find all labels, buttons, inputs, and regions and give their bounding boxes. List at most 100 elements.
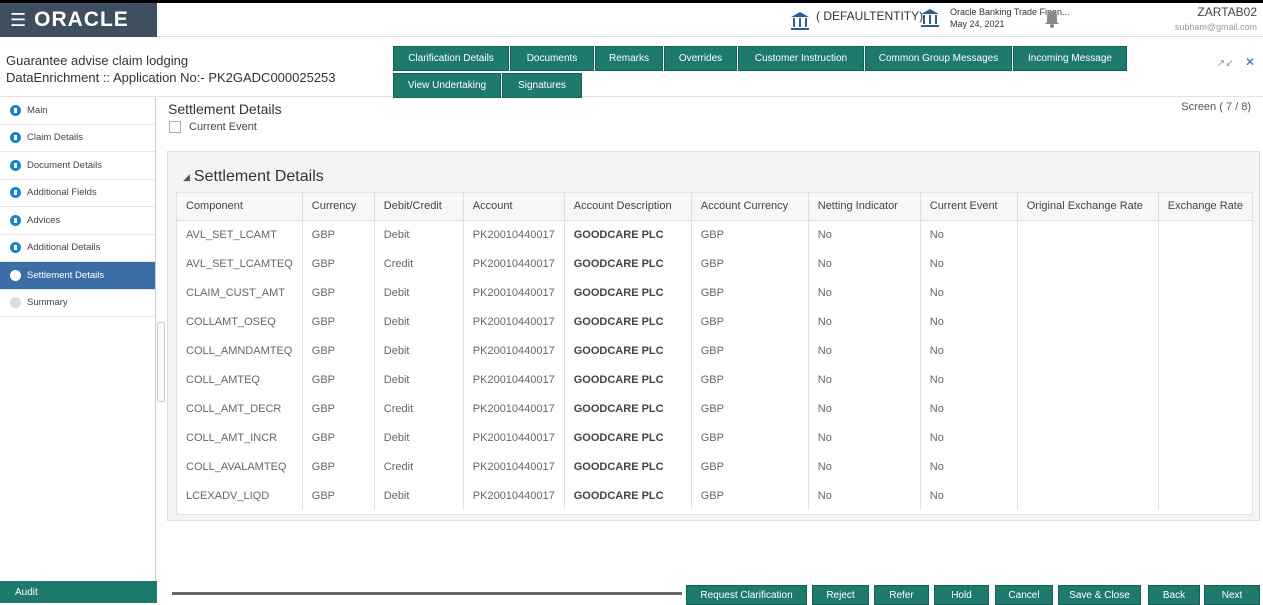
table-cell: Debit — [374, 278, 464, 307]
table-cell: No — [808, 278, 921, 307]
table-cell: GBP — [302, 249, 375, 278]
settlement-details-panel: ◢ Settlement Details Component Currency … — [167, 151, 1260, 521]
clarification-details-button[interactable]: Clarification Details — [393, 46, 509, 71]
table-row[interactable]: COLL_AMTEQ GBP Debit PK20010440017 GOODCARE … — [177, 365, 1252, 394]
sidebar-splitter-handle[interactable] — [157, 322, 165, 402]
hamburger-menu-icon[interactable]: ☰ — [10, 10, 26, 31]
documents-button[interactable]: Documents — [510, 46, 594, 71]
remarks-button[interactable]: Remarks — [595, 46, 663, 71]
column-header[interactable]: Account Currency — [691, 193, 809, 221]
screen-indicator: Screen ( 7 / 8) — [1181, 101, 1251, 113]
table-cell: Debit — [374, 307, 464, 336]
column-header[interactable]: Netting Indicator — [808, 193, 921, 221]
save-and-close-button[interactable]: Save & Close — [1058, 585, 1141, 605]
info-icon — [10, 159, 21, 171]
sidebar-item-label: Summary — [27, 297, 68, 309]
sidebar-item-label: Additional Details — [27, 242, 101, 254]
table-cell: No — [920, 336, 1018, 365]
signatures-button[interactable]: Signatures — [502, 73, 582, 98]
table-cell: No — [920, 423, 1018, 452]
table-row[interactable]: AVL_SET_LCAMT GBP Debit PK20010440017 GOODCA… — [177, 220, 1252, 249]
table-cell — [1017, 423, 1159, 452]
table-cell — [1158, 336, 1252, 365]
user-menu[interactable]: ZARTAB02 subham@gmail.com — [1175, 6, 1257, 34]
table-cell: CLAIM_CUST_AMT — [177, 278, 303, 307]
branch-bank-icon — [921, 9, 939, 27]
table-cell — [1158, 307, 1252, 336]
table-cell: COLL_AMT_DECR — [177, 394, 303, 423]
sidebar-item-settlement-details[interactable]: Settlement Details — [0, 262, 155, 290]
collapse-caret-icon[interactable]: ◢ — [183, 172, 190, 183]
reject-button[interactable]: Reject — [812, 585, 869, 605]
table-cell: PK20010440017 — [463, 365, 565, 394]
column-header[interactable]: Exchange Rate — [1158, 193, 1252, 221]
view-undertaking-button[interactable]: View Undertaking — [393, 73, 501, 98]
sidebar-item-summary[interactable]: Summary — [0, 290, 155, 317]
current-event-checkbox[interactable] — [169, 121, 181, 133]
column-header[interactable]: Account Description — [564, 193, 692, 221]
table-cell: PK20010440017 — [463, 278, 565, 307]
brand-area: ☰ ORACLE — [0, 3, 157, 37]
back-button[interactable]: Back — [1148, 585, 1200, 605]
sidebar-item-advices[interactable]: Advices — [0, 207, 155, 235]
table-cell — [1158, 249, 1252, 278]
page-header: Guarantee advise claim lodging DataEnric… — [0, 37, 1263, 98]
entity-selector[interactable]: ( DEFAULTENTITY) — [790, 9, 923, 31]
column-header[interactable]: Current Event — [920, 193, 1018, 221]
table-cell — [1158, 452, 1252, 481]
current-event-label: Current Event — [189, 121, 257, 133]
sidebar-item-main[interactable]: Main — [0, 97, 155, 125]
current-event-checkbox-row[interactable]: Current Event — [169, 121, 257, 133]
minimize-icon[interactable]: ↗↙ — [1217, 58, 1234, 69]
close-icon[interactable]: ✕ — [1245, 55, 1255, 69]
cancel-button[interactable]: Cancel — [995, 585, 1053, 605]
pending-step-icon — [10, 297, 21, 309]
panel-title: Settlement Details — [193, 168, 324, 185]
table-row[interactable]: COLL_AMT_INCR GBP Debit PK20010440017 GOODCA… — [177, 423, 1252, 452]
table-cell: GBP — [691, 336, 809, 365]
column-header[interactable]: Debit/Credit — [374, 193, 464, 221]
step-sidebar: Main Claim Details Document Details Addi… — [0, 97, 157, 603]
column-header[interactable]: Component — [177, 193, 303, 221]
incoming-message-button[interactable]: Incoming Message — [1013, 46, 1127, 71]
info-icon — [10, 187, 21, 199]
table-cell — [1017, 249, 1159, 278]
table-cell: GOODCARE PLC — [564, 220, 692, 249]
sidebar-item-document-details[interactable]: Document Details — [0, 152, 155, 180]
table-cell: GOODCARE PLC — [564, 394, 692, 423]
oracle-logo: ORACLE — [34, 8, 129, 31]
table-cell: No — [920, 365, 1018, 394]
sidebar-item-additional-fields[interactable]: Additional Fields — [0, 180, 155, 207]
table-cell — [1017, 220, 1159, 249]
settlement-table-container: Component Currency Debit/Credit Account … — [176, 192, 1253, 515]
table-row[interactable]: COLL_AMNDAMTEQ GBP Debit PK20010440017 GOODC… — [177, 336, 1252, 365]
request-clarification-button[interactable]: Request Clarification — [686, 585, 807, 605]
refer-button[interactable]: Refer — [874, 585, 929, 605]
hold-button[interactable]: Hold — [934, 585, 989, 605]
table-cell: GOODCARE PLC — [564, 481, 692, 510]
table-row[interactable]: LCEXADV_LIQD GBP Debit PK20010440017 GOODCAR… — [177, 481, 1252, 510]
sidebar-item-additional-details[interactable]: Additional Details — [0, 235, 155, 262]
table-row[interactable]: COLL_AMT_DECR GBP Credit PK20010440017 GOODC… — [177, 394, 1252, 423]
table-row[interactable]: AVL_SET_LCAMTEQ GBP Credit PK20010440017 GOO… — [177, 249, 1252, 278]
table-cell — [1158, 365, 1252, 394]
panel-header[interactable]: ◢ Settlement Details — [183, 168, 324, 186]
bell-icon[interactable] — [1044, 10, 1060, 28]
table-cell: PK20010440017 — [463, 394, 565, 423]
table-row[interactable]: COLLAMT_OSEQ GBP Debit PK20010440017 GOODCAR… — [177, 307, 1252, 336]
table-cell — [1158, 481, 1252, 510]
column-header[interactable]: Account — [463, 193, 565, 221]
info-icon — [10, 104, 21, 116]
column-header[interactable]: Original Exchange Rate — [1017, 193, 1159, 221]
table-cell: GBP — [302, 481, 375, 510]
overrides-button[interactable]: Overrides — [664, 46, 737, 71]
sidebar-item-claim-details[interactable]: Claim Details — [0, 125, 155, 152]
column-header[interactable]: Currency — [302, 193, 375, 221]
customer-instruction-button[interactable]: Customer Instruction — [738, 46, 864, 71]
table-row[interactable]: CLAIM_CUST_AMT GBP Debit PK20010440017 GOODC… — [177, 278, 1252, 307]
common-group-messages-button[interactable]: Common Group Messages — [865, 46, 1012, 71]
table-row[interactable]: COLL_AVALAMTEQ GBP Credit PK20010440017 GOOD… — [177, 452, 1252, 481]
next-button[interactable]: Next — [1204, 585, 1260, 605]
table-cell: No — [920, 220, 1018, 249]
table-cell — [1158, 220, 1252, 249]
